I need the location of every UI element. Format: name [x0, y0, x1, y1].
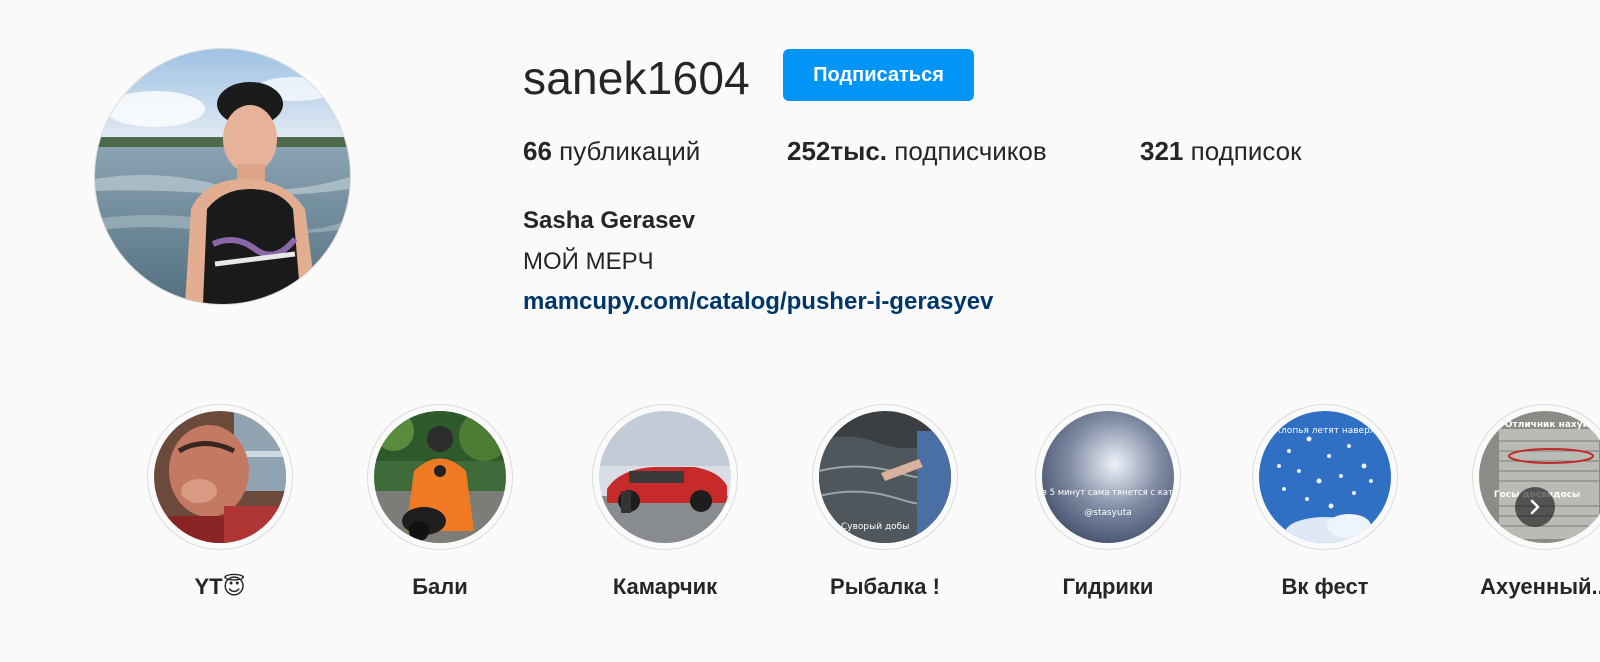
follow-button[interactable]: Подписаться	[783, 49, 974, 101]
highlight-label: Бали	[412, 574, 468, 599]
highlight-cover: Хлопья летят наверх	[1259, 411, 1391, 543]
highlight-item[interactable]: Через 5 минут сама тянется с катером @st…	[998, 405, 1218, 601]
highlight-label: Рыбалка !	[830, 574, 940, 599]
highlight-ring	[593, 405, 737, 549]
hydro-caption: Через 5 минут сама тянется с катером	[1042, 488, 1174, 498]
posts-count: 66	[523, 136, 552, 166]
story-highlights: YT😇 Бали Камарчик Суворый добы Рыбалка !…	[0, 405, 1600, 605]
followers-count: 252тыс.	[787, 136, 888, 166]
highlight-cover: Через 5 минут сама тянется с катером @st…	[1042, 411, 1174, 543]
highlight-label: Гидрики	[1062, 574, 1154, 599]
chevron-right-icon	[1530, 499, 1540, 515]
fishing-caption: Суворый добы	[841, 522, 909, 532]
profile-photo	[95, 49, 350, 304]
highlight-ring	[148, 405, 292, 549]
highlight-label: Камарчик	[612, 574, 718, 599]
profile-full-name: Sasha Gerasev	[523, 207, 696, 234]
followers-label: подписчиков	[894, 136, 1047, 166]
highlight-ring: Отличник нахуй!! Госы досвидосы	[1473, 405, 1600, 549]
profile-username: sanek1604	[523, 52, 750, 104]
highlight-label: YT😇	[194, 574, 246, 599]
highlight-cover	[374, 411, 506, 543]
highlight-ring: Через 5 минут сама тянется с катером @st…	[1036, 405, 1180, 549]
hydro-tag: @stasyuta	[1084, 508, 1132, 518]
highlight-item[interactable]: YT😇	[110, 405, 330, 601]
highlight-ring: Хлопья летят наверх	[1253, 405, 1397, 549]
profile-avatar[interactable]	[95, 49, 350, 304]
highlight-ring: Суворый добы	[813, 405, 957, 549]
highlight-item[interactable]: Суворый добы Рыбалка !	[775, 405, 995, 601]
vkfest-caption: Хлопья летят наверх	[1275, 426, 1376, 436]
stat-posts: 66 публикаций	[523, 134, 700, 168]
highlight-item[interactable]: Бали	[330, 405, 550, 601]
profile-external-link[interactable]: mamcupy.com/catalog/pusher-i-gerasyev	[523, 287, 993, 317]
posts-label: публикаций	[559, 136, 701, 166]
highlight-cover	[154, 411, 286, 543]
following-count: 321	[1140, 136, 1184, 166]
following-label: подписок	[1190, 136, 1302, 166]
highlight-label: Ахуенный...	[1480, 574, 1600, 599]
stat-following[interactable]: 321 подписок	[1140, 134, 1302, 168]
highlight-cover: Суворый добы	[819, 411, 951, 543]
highlight-ring	[368, 405, 512, 549]
highlight-item[interactable]: Хлопья летят наверх Вк фест	[1215, 405, 1435, 601]
stat-followers[interactable]: 252тыс. подписчиков	[787, 134, 1047, 168]
highlight-label: Вк фест	[1281, 574, 1369, 599]
profile-bio: МОЙ МЕРЧ	[523, 248, 654, 275]
highlight-cover	[599, 411, 731, 543]
highlight-item[interactable]: Камарчик	[555, 405, 775, 601]
awesome-caption-top: Отличник нахуй!!	[1505, 420, 1597, 430]
highlights-next-button[interactable]	[1515, 487, 1555, 527]
